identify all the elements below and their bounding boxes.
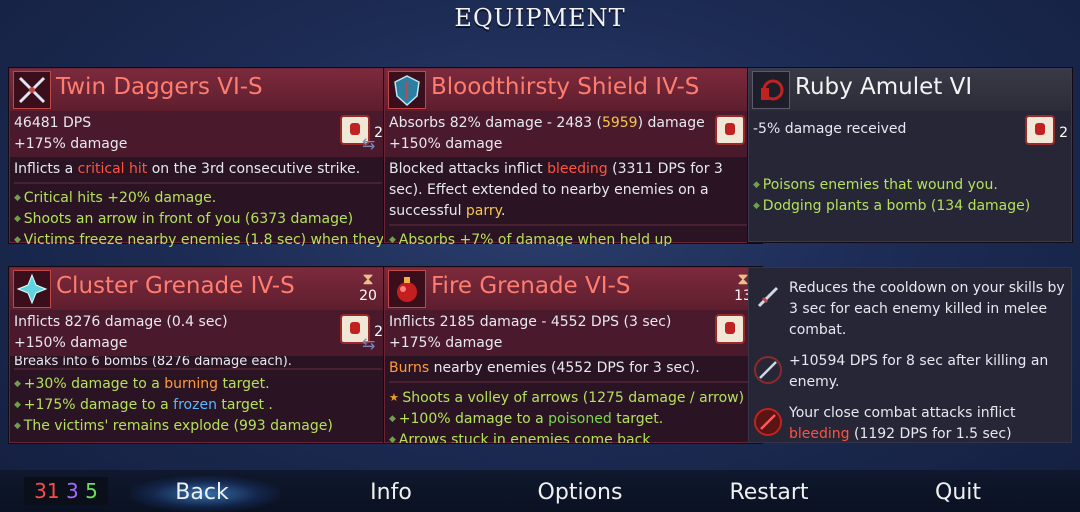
back-button[interactable]: Back	[142, 480, 262, 505]
stat-damage: Inflicts 8276 damage (0.4 sec)	[14, 314, 228, 330]
stat-damage: Inflicts 2185 damage - 4552 DPS (3 sec)	[389, 314, 672, 330]
cluster-grenade-icon	[13, 270, 51, 308]
cooldown: ⧗ 20	[358, 269, 378, 305]
affix: +30% damage to a burning target.	[14, 374, 382, 395]
tactics-counter: 3	[65, 479, 79, 503]
sword-icon	[753, 282, 783, 312]
stat-damage-bonus: +150% damage	[389, 136, 503, 152]
daggers-icon	[13, 71, 51, 109]
bleed-icon	[753, 407, 783, 437]
affix: Poisons enemies that wound you.	[753, 175, 1067, 196]
item-name: Twin Daggers VI-S	[56, 74, 263, 100]
mutation-text: Your close combat attacks inflict bleedi…	[789, 405, 1016, 442]
scroll-icon	[1025, 115, 1055, 145]
item-name: Cluster Grenade IV-S	[56, 273, 295, 299]
card-header: Fire Grenade VI-S ⧗ 13	[385, 268, 761, 310]
restart-button[interactable]: Restart	[709, 480, 829, 505]
item-description: Inflicts a critical hit on the 3rd conse…	[10, 157, 386, 182]
affix: +175% damage to a frozen target .	[14, 395, 382, 416]
item-description: Breaks into 6 bombs (8276 damage each).	[10, 356, 386, 368]
card-header: Cluster Grenade IV-S ⧗ 20	[10, 268, 386, 310]
stat-damage-bonus: +175% damage	[14, 136, 128, 152]
card-header: Bloodthirsty Shield IV-S	[385, 69, 761, 111]
affix-list: Absorbs +7% of damage when held up	[385, 226, 761, 246]
mutation-text: Reduces the cooldown on your skills by 3…	[789, 280, 1065, 338]
equipment-card-cluster-grenade[interactable]: Cluster Grenade IV-S ⧗ 20 Inflicts 8276 …	[9, 267, 387, 443]
brutality-counter: 31	[34, 479, 60, 503]
item-description: Burns nearby enemies (4552 DPS for 3 sec…	[385, 356, 761, 381]
shield-icon	[388, 71, 426, 109]
keyword-bleeding: bleeding	[789, 426, 850, 442]
affix-list: Critical hits +20% damage. Shoots an arr…	[10, 184, 386, 250]
affix: Absorbs +7% of damage when held up	[389, 230, 757, 246]
quit-button[interactable]: Quit	[898, 480, 1018, 505]
keyword-bleeding: bleeding	[547, 161, 608, 177]
crossed-blades-icon	[753, 355, 783, 385]
equipment-card-bloodthirsty-shield[interactable]: Bloodthirsty Shield IV-S Absorbs 82% dam…	[384, 68, 762, 246]
item-stats: 46481 DPS +175% damage 2	[10, 111, 386, 157]
keyword-critical-hit: critical hit	[77, 161, 148, 177]
mutation-text: +10594 DPS for 8 sec after killing an en…	[789, 353, 1049, 390]
keyword-parry: parry	[465, 203, 501, 219]
link-arrow: ⇆	[362, 134, 376, 153]
item-description: Blocked attacks inflict bleeding (3311 D…	[385, 157, 761, 224]
stat-dps: 46481 DPS	[14, 115, 92, 131]
stat-absorb: Absorbs 82% damage - 2483 (5959) damage	[389, 115, 705, 131]
scroll-stat-counters: 31 3 5	[24, 477, 108, 505]
item-stats: Inflicts 8276 damage (0.4 sec) +150% dam…	[10, 310, 386, 356]
mutation-item[interactable]: Reduces the cooldown on your skills by 3…	[749, 278, 1071, 341]
affix-list: Shoots a volley of arrows (1275 damage /…	[385, 383, 761, 443]
card-header: Ruby Amulet VI	[749, 69, 1071, 111]
scroll-count: 2	[1059, 125, 1068, 141]
link-arrow: ⇆	[362, 334, 376, 353]
item-stats: Absorbs 82% damage - 2483 (5959) damage …	[385, 111, 761, 157]
affix-list: Poisons enemies that wound you. Dodging …	[749, 153, 1071, 221]
keyword-burning: burning	[164, 376, 219, 392]
stat-damage-reduction: -5% damage received	[753, 121, 907, 137]
mutations-panel: Reduces the cooldown on your skills by 3…	[748, 267, 1072, 443]
hourglass-icon: ⧗	[362, 269, 374, 288]
keyword-poisoned: poisoned	[548, 411, 612, 427]
equipment-card-twin-daggers[interactable]: Twin Daggers VI-S 46481 DPS +175% damage…	[9, 68, 387, 248]
scroll-count: 2	[374, 324, 383, 340]
fire-grenade-icon	[388, 270, 426, 308]
affix: Shoots a volley of arrows (1275 damage /…	[389, 387, 757, 409]
affix: Dodging plants a bomb (134 damage)	[753, 196, 1067, 217]
page-title: EQUIPMENT	[454, 4, 626, 32]
scroll-count: 2	[374, 125, 383, 141]
affix: Shoots an arrow in front of you (6373 da…	[14, 209, 382, 230]
affix: Victims freeze nearby enemies (1.8 sec) …	[14, 230, 384, 250]
equipment-card-ruby-amulet[interactable]: Ruby Amulet VI -5% damage received 2 Poi…	[748, 68, 1072, 242]
affix: Critical hits +20% damage.	[14, 188, 382, 209]
item-name: Ruby Amulet VI	[795, 74, 973, 100]
scroll-icon	[715, 314, 745, 344]
mutation-item[interactable]: Your close combat attacks inflict bleedi…	[749, 403, 1071, 445]
affix: The victims' remains explode (993 damage…	[14, 416, 382, 437]
scroll-icon	[715, 115, 745, 145]
stat-damage-bonus: +150% damage	[14, 335, 128, 351]
item-name: Bloodthirsty Shield IV-S	[431, 74, 700, 100]
affix: Arrows stuck in enemies come back	[389, 430, 757, 443]
item-name: Fire Grenade VI-S	[431, 273, 631, 299]
cooldown-value: 20	[359, 288, 377, 304]
stat-damage-bonus: +175% damage	[389, 335, 503, 351]
equipment-card-fire-grenade[interactable]: Fire Grenade VI-S ⧗ 13 Inflicts 2185 dam…	[384, 267, 762, 443]
keyword-frozen: frozen	[173, 397, 217, 413]
survival-counter: 5	[85, 479, 98, 503]
affix: +100% damage to a poisoned target.	[389, 409, 757, 430]
amulet-icon	[752, 71, 790, 109]
options-button[interactable]: Options	[520, 480, 640, 505]
item-stats: Inflicts 2185 damage - 4552 DPS (3 sec) …	[385, 310, 761, 356]
card-header: Twin Daggers VI-S	[10, 69, 386, 111]
keyword-burns: Burns	[389, 360, 430, 376]
info-button[interactable]: Info	[331, 480, 451, 505]
mutation-item[interactable]: +10594 DPS for 8 sec after killing an en…	[749, 351, 1071, 393]
absorb-value: 5959	[601, 115, 638, 131]
item-stats: -5% damage received 2	[749, 111, 1071, 153]
affix-list: +30% damage to a burning target. +175% d…	[10, 370, 386, 441]
